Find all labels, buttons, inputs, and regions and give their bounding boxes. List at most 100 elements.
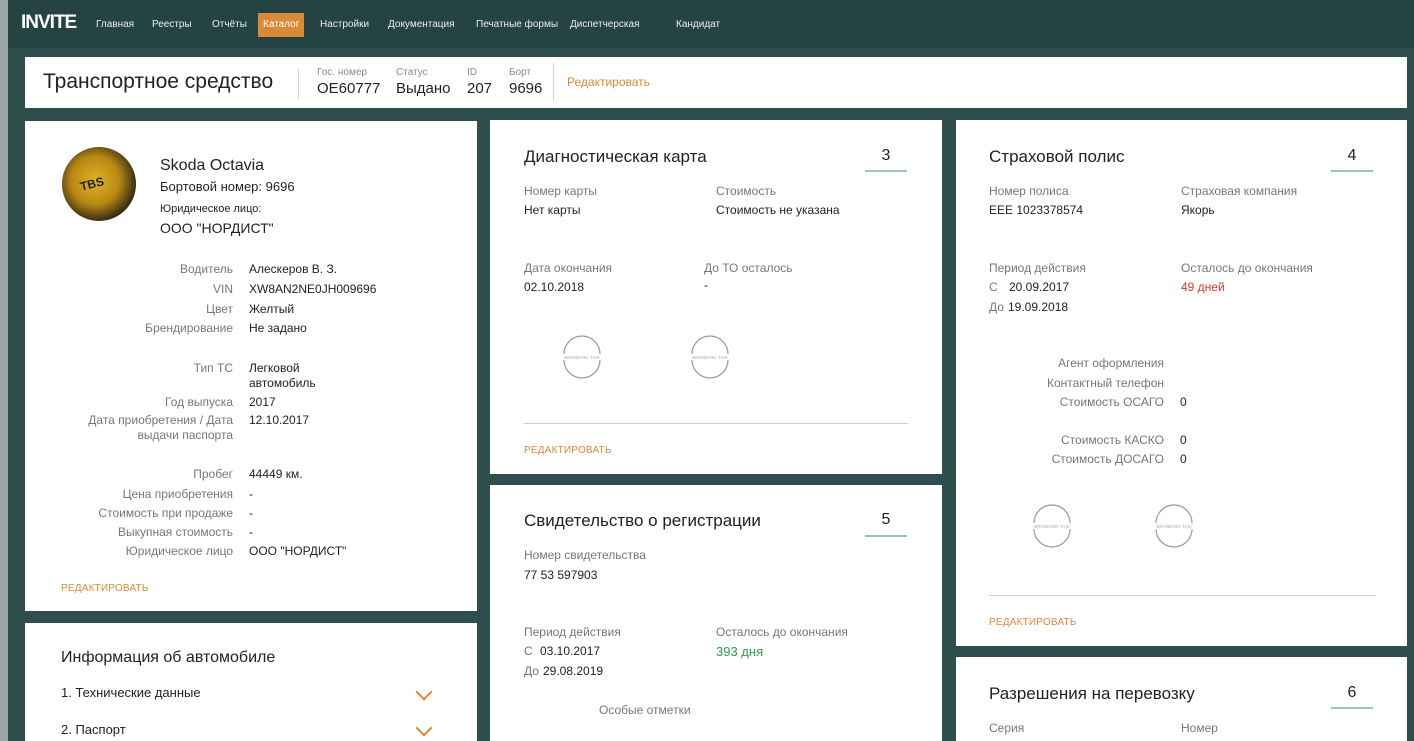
dosago-value: 0 [1180,452,1187,466]
branding-value: Не задано [249,321,307,335]
ins-period-label: Период действия [989,261,1086,275]
permits-count: 6 [1347,684,1357,701]
nav-item-registries[interactable]: Реестры [152,17,192,33]
osago-label: Стоимость ОСАГО [1059,395,1164,409]
driver-label: Водитель [179,262,233,276]
year-label: Год выпуска [165,395,233,409]
reg-left-value: 393 дня [716,644,764,659]
purchase-date-label: Дата приобретения / Дата выдачи паспорта [88,413,233,442]
permits-card: Разрешения на перевозку 6 Серия Номер [956,657,1407,741]
branding-stamp-icon: BRANDING TAXI [1033,504,1071,548]
header-divider [298,69,299,99]
plate-value: ОЕ60777 [317,80,381,97]
diagnostic-count: 3 [881,147,891,164]
vehicle-type-label: Тип ТС [193,361,233,375]
header-divider-2 [553,63,554,101]
count-underline [1331,170,1373,172]
card-number-label: Номер карты [524,184,597,198]
chevron-down-icon[interactable] [415,683,433,701]
chevron-down-icon[interactable] [415,719,433,737]
vehicle-avatar: TBS [62,147,136,221]
branding-stamp-icon: BRANDING TAXI [1155,504,1193,548]
nav-item-dispatch[interactable]: Диспетчерская [570,17,640,33]
end-date-value: 02.10.2018 [524,280,585,294]
registration-card: Свидетельство о регистрации 5 Номер свид… [490,485,942,741]
reg-to-value: 29.08.2019 [543,664,604,678]
stamp-text: BRANDING TAXI [1156,524,1191,529]
page-header: Транспортное средство Гос. номер ОЕ60777… [25,57,1407,108]
reg-left-label: Осталось до окончания [716,625,848,639]
purchase-price-label: Цена приобретения [122,487,233,501]
vehicle-type-value: Легковой автомобиль [249,361,316,390]
accordion-passport[interactable]: 2. Паспорт [61,722,126,737]
special-notes-label: Особые отметки [599,703,691,717]
reg-number-value: 77 53 597903 [524,568,598,582]
color-value: Желтый [249,302,295,316]
insurance-count: 4 [1347,147,1357,164]
diagnostic-title: Диагностическая карта [524,147,707,166]
year-value: 2017 [249,395,276,409]
reg-from-value: 03.10.2017 [540,644,601,658]
header-edit-link[interactable]: Редактировать [567,75,650,89]
reg-to-prefix: До [524,664,539,678]
insurance-edit-link[interactable]: РЕДАКТИРОВАТЬ [989,617,1077,628]
nav-item-catalog[interactable]: Каталог [258,13,305,37]
board-label: Борт [509,67,532,78]
reg-from-prefix: С [524,644,533,658]
count-underline [865,535,907,537]
dosago-label: Стоимость ДОСАГО [1051,452,1164,466]
policy-number-label: Номер полиса [989,184,1069,198]
branding-stamp-icon: BRANDING TAXI [691,335,729,379]
stamp-text: BRANDING TAXI [564,355,599,360]
nav-item-home[interactable]: Главная [96,17,134,33]
sale-price-label: Стоимость при продаже [98,506,233,520]
nav-item-candidate[interactable]: Кандидат [676,17,720,33]
app-logo[interactable]: INVITE [21,12,77,34]
ins-left-value: 49 дней [1181,280,1225,294]
page-title: Транспортное средство [43,70,274,93]
company-label: Страховая компания [1181,184,1298,198]
ins-left-label: Осталось до окончания [1181,261,1313,275]
ins-from-prefix: С [989,280,998,294]
vehicle-board-number: Бортовой номер: 9696 [160,179,295,194]
agent-label: Агент оформления [1058,356,1164,370]
card-number-value: Нет карты [524,203,581,217]
insurance-card: Страховой полис 4 Номер полиса ЕЕЕ 10233… [956,120,1407,646]
diagnostic-edit-link[interactable]: РЕДАКТИРОВАТЬ [524,445,612,456]
number-label: Номер [1181,721,1218,735]
ins-to-value: 19.09.2018 [1008,300,1069,314]
series-label: Серия [989,721,1025,735]
plate-label: Гос. номер [317,67,367,78]
board-value: 9696 [509,80,543,97]
status-label: Статус [396,67,428,78]
count-underline [865,170,907,172]
accordion-tech-data[interactable]: 1. Технические данные [61,685,201,700]
buyout-price-value: - [249,525,253,539]
policy-number-value: ЕЕЕ 1023378574 [989,203,1084,217]
company-value: Якорь [1181,203,1215,217]
legal-entity-row-value: ООО "НОРДИСТ" [249,544,347,558]
nav-item-docs[interactable]: Документация [388,17,455,33]
diagnostic-card: Диагностическая карта 3 Номер карты Нет … [490,120,942,474]
card-divider [524,423,908,424]
vehicle-edit-link[interactable]: РЕДАКТИРОВАТЬ [61,583,149,594]
window-edge [0,0,8,741]
sale-price-value: - [249,506,253,520]
id-value: 207 [467,80,493,97]
status-value: Выдано [396,80,451,97]
kasko-label: Стоимость КАСКО [1061,433,1164,447]
reg-period-label: Период действия [524,625,621,639]
legal-entity-value: ООО "НОРДИСТ" [160,220,274,236]
mileage-label: Пробег [193,467,233,481]
avatar-brand-text: TBS [78,174,106,194]
end-date-label: Дата окончания [524,261,613,275]
phone-label: Контактный телефон [1047,376,1164,390]
nav-item-reports[interactable]: Отчёты [212,17,247,33]
buyout-price-label: Выкупная стоимость [117,525,233,539]
nav-item-settings[interactable]: Настройки [320,17,369,33]
to-left-label: До ТО осталось [704,261,793,275]
osago-value: 0 [1180,395,1187,409]
legal-entity-row-label: Юридическое лицо [125,544,233,558]
ins-from-value: 20.09.2017 [1009,280,1070,294]
nav-item-print-forms[interactable]: Печатные формы [476,17,558,33]
